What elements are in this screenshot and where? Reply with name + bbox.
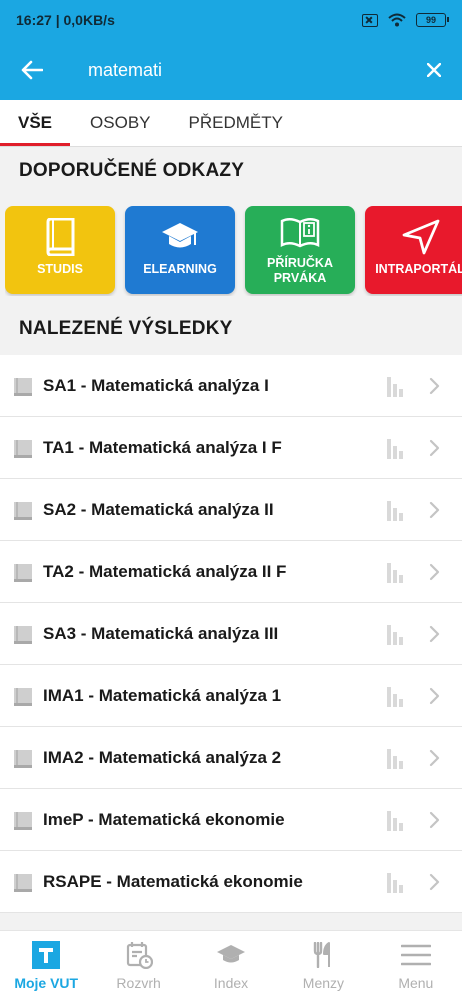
bar-chart-icon <box>386 561 406 583</box>
nav-menu[interactable]: Menu <box>370 931 462 1000</box>
tab-osoby[interactable]: OSOBY <box>72 100 168 146</box>
battery-icon: 99 <box>416 13 449 27</box>
navigation-arrow-icon <box>400 218 440 256</box>
tile-label: INTRAPORTÁL <box>375 262 462 276</box>
nav-label: Rozvrh <box>116 974 161 991</box>
search-input[interactable] <box>64 50 406 90</box>
back-button[interactable] <box>0 40 64 100</box>
nav-moje-vut[interactable]: Moje VUT <box>0 931 92 1000</box>
chevron-right-icon <box>428 377 442 395</box>
wifi-icon <box>388 13 406 27</box>
result-row[interactable]: TA1 - Matematická analýza I F <box>0 417 462 479</box>
result-title: TA2 - Matematická analýza II F <box>43 561 287 581</box>
bar-chart-icon <box>386 685 406 707</box>
results-list: SA1 - Matematická analýza I TA1 - Matemat… <box>0 355 462 913</box>
result-row[interactable]: ImeP - Matematická ekonomie <box>0 789 462 851</box>
book-icon <box>12 685 34 707</box>
result-row[interactable]: RSAPE - Matematická ekonomie <box>0 851 462 913</box>
bar-chart-icon <box>386 871 406 893</box>
hamburger-menu-icon <box>400 941 431 969</box>
nav-menzy[interactable]: Menzy <box>277 931 369 1000</box>
nav-label: Moje VUT <box>14 974 79 991</box>
tab-vse[interactable]: VŠE <box>0 100 71 146</box>
recommended-links-title: DOPORUČENÉ ODKAZY <box>19 160 245 181</box>
tabs-divider <box>0 146 462 147</box>
filter-tabs: VŠE OSOBY PŘEDMĚTY <box>0 100 462 146</box>
info-book-icon <box>280 214 320 252</box>
results-title: NALEZENÉ VÝSLEDKY <box>19 318 233 339</box>
status-time: 16:27 | 0,0KB/s <box>16 12 115 28</box>
tile-label: STUDIS <box>37 262 83 276</box>
result-title: RSAPE - Matematická ekonomie <box>43 871 303 891</box>
tile-prirucka-prvaka[interactable]: PŘÍRUČKA PRVÁKA <box>245 206 355 294</box>
bar-chart-icon <box>386 499 406 521</box>
book-icon <box>12 871 34 893</box>
book-icon <box>42 218 78 256</box>
fork-knife-icon <box>312 941 334 969</box>
book-icon <box>12 809 34 831</box>
nav-index[interactable]: Index <box>185 931 277 1000</box>
nav-label: Index <box>213 974 249 991</box>
recommended-links-carousel[interactable]: STUDIS ELEARNING PŘÍRUČKA PRVÁKA INTRAPO… <box>5 206 462 296</box>
status-bar: 16:27 | 0,0KB/s 99 <box>0 0 462 40</box>
book-icon <box>12 623 34 645</box>
book-icon <box>12 747 34 769</box>
bar-chart-icon <box>386 623 406 645</box>
result-row[interactable]: IMA1 - Matematická analýza 1 <box>0 665 462 727</box>
chevron-right-icon <box>428 687 442 705</box>
result-title: SA3 - Matematická analýza III <box>43 623 279 643</box>
graduation-cap-icon <box>160 218 200 256</box>
tile-elearning[interactable]: ELEARNING <box>125 206 235 294</box>
arrow-left-icon <box>21 60 43 80</box>
nav-label: Menu <box>398 974 434 991</box>
clear-search-button[interactable] <box>406 40 462 100</box>
sim-off-icon <box>362 13 378 27</box>
chevron-right-icon <box>428 873 442 891</box>
result-row[interactable]: SA2 - Matematická analýza II <box>0 479 462 541</box>
bar-chart-icon <box>386 375 406 397</box>
nav-rozvrh[interactable]: Rozvrh <box>92 931 184 1000</box>
bar-chart-icon <box>386 809 406 831</box>
close-icon <box>427 63 441 77</box>
result-row[interactable]: SA3 - Matematická analýza III <box>0 603 462 665</box>
chevron-right-icon <box>428 563 442 581</box>
vut-logo-icon <box>32 940 61 969</box>
book-icon <box>12 437 34 459</box>
graduation-cap-icon <box>216 941 246 969</box>
chevron-right-icon <box>428 749 442 767</box>
chevron-right-icon <box>428 811 442 829</box>
result-title: IMA2 - Matematická analýza 2 <box>43 747 282 767</box>
bottom-navigation: Moje VUT Rozvrh Index Menzy Menu <box>0 930 462 1000</box>
book-icon <box>12 561 34 583</box>
result-title: SA2 - Matematická analýza II <box>43 499 274 519</box>
nav-label: Menzy <box>302 974 345 991</box>
book-icon <box>12 375 34 397</box>
result-row[interactable]: TA2 - Matematická analýza II F <box>0 541 462 603</box>
result-title: SA1 - Matematická analýza I <box>43 375 269 395</box>
bar-chart-icon <box>386 747 406 769</box>
result-title: TA1 - Matematická analýza I F <box>43 437 282 457</box>
tab-predmety[interactable]: PŘEDMĚTY <box>171 100 301 146</box>
calendar-clock-icon <box>125 941 153 969</box>
bar-chart-icon <box>386 437 406 459</box>
result-title: IMA1 - Matematická analýza 1 <box>43 685 282 705</box>
result-row[interactable]: IMA2 - Matematická analýza 2 <box>0 727 462 789</box>
chevron-right-icon <box>428 501 442 519</box>
chevron-right-icon <box>428 625 442 643</box>
search-app-bar <box>0 40 462 100</box>
tile-intraportal[interactable]: INTRAPORTÁL <box>365 206 462 294</box>
result-title: ImeP - Matematická ekonomie <box>43 809 285 829</box>
result-row[interactable]: SA1 - Matematická analýza I <box>0 355 462 417</box>
tile-studis[interactable]: STUDIS <box>5 206 115 294</box>
book-icon <box>12 499 34 521</box>
chevron-right-icon <box>428 439 442 457</box>
tile-label: ELEARNING <box>143 262 217 276</box>
tile-label: PŘÍRUČKA PRVÁKA <box>267 256 333 285</box>
